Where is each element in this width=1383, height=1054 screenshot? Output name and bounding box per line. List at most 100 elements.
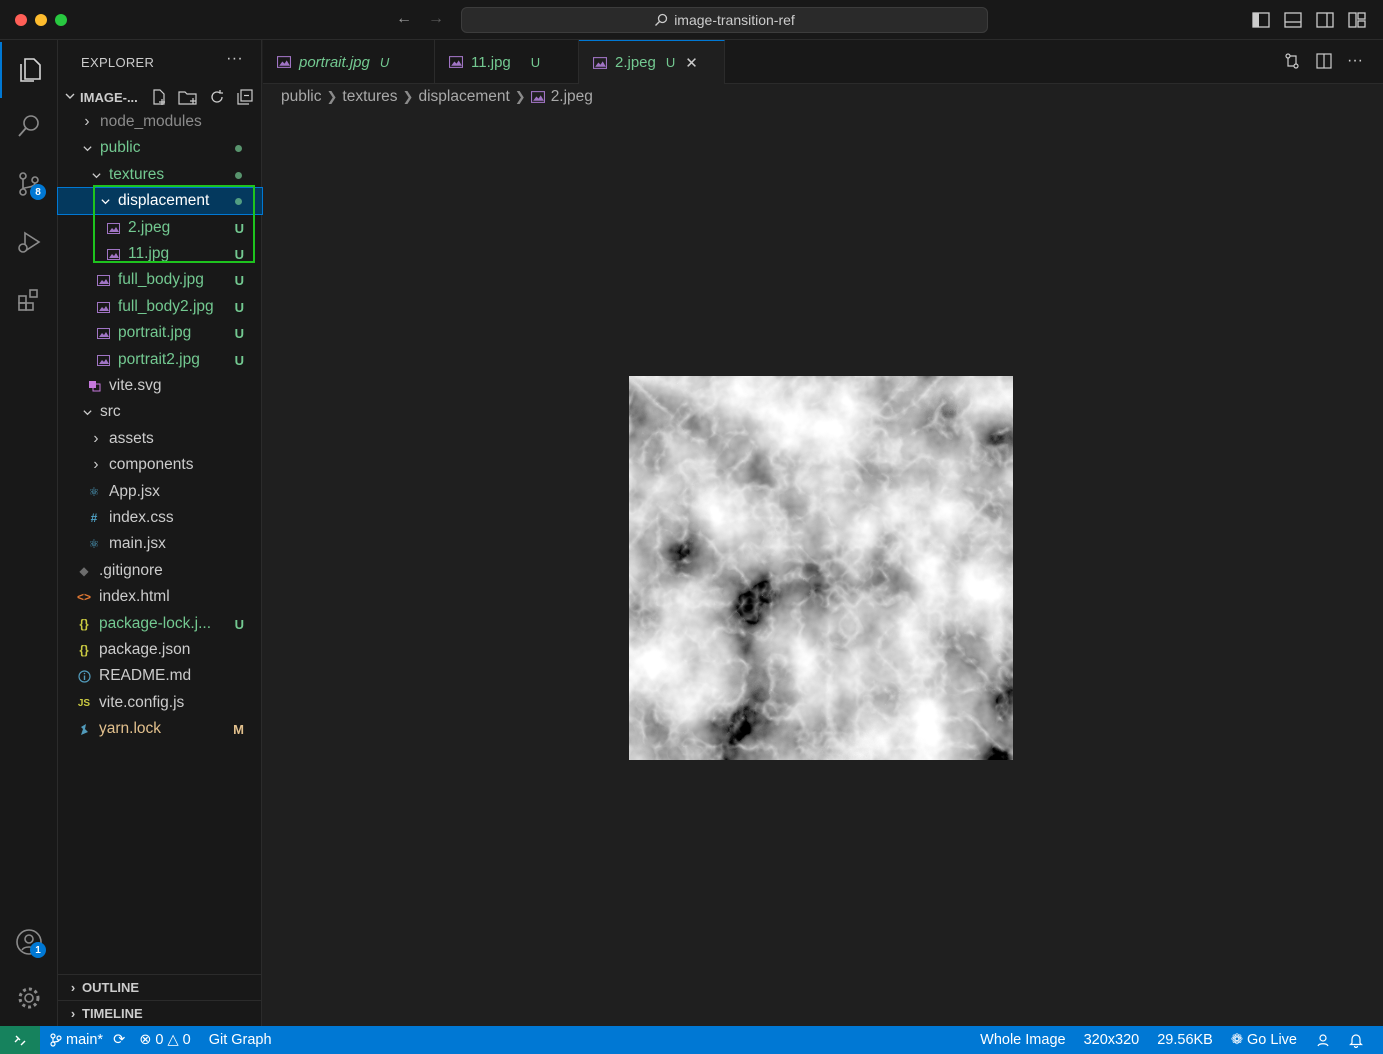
- tree-file-app-jsx[interactable]: ⚛ App.jsx: [58, 479, 262, 505]
- tree-file-main-jsx[interactable]: ⚛ main.jsx: [58, 531, 262, 557]
- tree-file-index-css[interactable]: # index.css: [58, 505, 262, 531]
- chevron-right-icon: ›: [93, 456, 99, 473]
- workspace-root[interactable]: IMAGE-...: [58, 84, 261, 110]
- tree-file-portrait[interactable]: portrait.jpg U: [58, 320, 262, 346]
- tree-folder-displacement[interactable]: displacement: [57, 187, 263, 215]
- tree-file-package-json[interactable]: {} package.json: [58, 637, 262, 663]
- untracked-dot: [235, 197, 242, 205]
- tree-label: App.jsx: [109, 483, 160, 500]
- react-icon: ⚛: [88, 537, 100, 551]
- tree-folder-node-modules[interactable]: › node_modules: [58, 109, 262, 135]
- breadcrumb-item[interactable]: public: [281, 88, 322, 106]
- chevron-right-icon: ❯: [514, 89, 526, 104]
- tree-folder-public[interactable]: public: [58, 135, 262, 161]
- tree-file-vite-svg[interactable]: vite.svg: [58, 373, 262, 399]
- run-debug-activity[interactable]: [0, 214, 58, 270]
- image-file-icon: [106, 248, 120, 260]
- git-status-badge: U: [234, 272, 244, 288]
- extensions-activity[interactable]: [0, 272, 58, 328]
- more-actions-icon[interactable]: ···: [1347, 52, 1363, 73]
- tree-label: assets: [109, 430, 154, 447]
- git-status-badge: U: [234, 325, 244, 341]
- tree-file-2-jpeg[interactable]: 2.jpeg U: [58, 215, 262, 241]
- sync-icon[interactable]: ⟳: [113, 1032, 125, 1048]
- tab-11-jpg[interactable]: 11.jpg U: [435, 40, 579, 84]
- command-center-search[interactable]: image-transition-ref: [461, 7, 988, 33]
- source-control-activity[interactable]: 8: [0, 156, 58, 212]
- untracked-dot: [235, 144, 242, 152]
- tree-folder-src[interactable]: src: [58, 399, 262, 425]
- warning-count: 0: [182, 1032, 191, 1048]
- refresh-icon[interactable]: [208, 88, 226, 109]
- split-editor-icon[interactable]: [1315, 52, 1333, 73]
- minimize-window-button[interactable]: [35, 14, 47, 26]
- close-window-button[interactable]: [15, 14, 27, 26]
- compare-changes-icon[interactable]: [1283, 52, 1301, 73]
- new-folder-icon[interactable]: [178, 88, 198, 109]
- feedback-icon[interactable]: [1315, 1032, 1331, 1048]
- outline-section[interactable]: › OUTLINE: [58, 974, 262, 1000]
- chevron-down-icon: [64, 90, 80, 105]
- branch-status[interactable]: main*: [50, 1032, 103, 1048]
- more-actions-icon[interactable]: ···: [226, 50, 243, 68]
- git-branch-icon: [50, 1033, 62, 1047]
- toggle-secondary-sidebar-icon[interactable]: [1315, 10, 1335, 30]
- tree-file-gitignore[interactable]: ◆ .gitignore: [58, 558, 262, 584]
- tree-file-yarn-lock[interactable]: yarn.lock M: [58, 716, 262, 742]
- toggle-panel-icon[interactable]: [1283, 10, 1303, 30]
- forward-arrow-icon[interactable]: →: [428, 10, 444, 28]
- explorer-activity[interactable]: [0, 42, 58, 98]
- tab-label: 11.jpg: [471, 53, 511, 71]
- tab-2-jpeg[interactable]: 2.jpeg U ✕: [579, 40, 725, 84]
- toggle-primary-sidebar-icon[interactable]: [1251, 10, 1271, 30]
- breadcrumb-item[interactable]: displacement: [418, 88, 509, 106]
- remote-indicator[interactable]: [0, 1026, 40, 1054]
- chevron-right-icon: ❯: [402, 89, 414, 104]
- customize-layout-icon[interactable]: [1347, 10, 1367, 30]
- tree-file-full-body2[interactable]: full_body2.jpg U: [58, 294, 262, 320]
- git-graph-button[interactable]: Git Graph: [209, 1032, 272, 1048]
- maximize-window-button[interactable]: [55, 14, 67, 26]
- workspace-root-label: IMAGE-...: [80, 89, 138, 105]
- json-braces-icon: {}: [79, 617, 89, 631]
- image-file-icon: [96, 327, 110, 339]
- tree-folder-textures[interactable]: textures: [58, 162, 262, 188]
- tab-status: U: [379, 54, 390, 70]
- manage-activity[interactable]: [0, 970, 58, 1026]
- tree-folder-components[interactable]: › components: [58, 452, 262, 478]
- chevron-down-icon: [89, 170, 103, 181]
- error-icon: ⊗: [139, 1032, 152, 1048]
- collapse-all-icon[interactable]: [236, 88, 254, 109]
- tab-portrait-jpg[interactable]: portrait.jpg U: [263, 40, 435, 84]
- search-activity[interactable]: [0, 98, 58, 154]
- tree-label: components: [109, 456, 194, 473]
- new-file-icon[interactable]: [150, 88, 168, 109]
- timeline-section[interactable]: › TIMELINE: [58, 1000, 262, 1026]
- tree-file-package-lock[interactable]: {} package-lock.j... U: [58, 611, 262, 637]
- image-zoom-status[interactable]: Whole Image: [980, 1032, 1065, 1048]
- tree-file-11-jpg[interactable]: 11.jpg U: [58, 241, 262, 267]
- editor-tabs: portrait.jpg U 11.jpg U 2.jpeg U ✕ ···: [263, 40, 1383, 84]
- git-status-badge: M: [233, 721, 244, 737]
- tree-folder-assets[interactable]: › assets: [58, 426, 262, 452]
- yarn-icon: [77, 723, 91, 736]
- tree-file-full-body[interactable]: full_body.jpg U: [58, 267, 262, 293]
- info-icon: [77, 669, 91, 683]
- problems-status[interactable]: ⊗ 0 △ 0: [139, 1032, 190, 1048]
- close-tab-icon[interactable]: ✕: [685, 54, 698, 72]
- tree-file-portrait2[interactable]: portrait2.jpg U: [58, 347, 262, 373]
- activity-bar: 8 1: [0, 40, 58, 1026]
- go-live-button[interactable]: ❁ Go Live: [1231, 1032, 1297, 1048]
- back-arrow-icon[interactable]: ←: [396, 10, 412, 28]
- tab-status: U: [665, 55, 676, 70]
- tree-file-index-html[interactable]: <> index.html: [58, 584, 262, 610]
- tree-file-readme[interactable]: README.md: [58, 663, 262, 689]
- breadcrumb-item[interactable]: textures: [342, 88, 397, 106]
- breadcrumb-item[interactable]: 2.jpeg: [551, 88, 593, 106]
- git-status-badge: U: [234, 352, 244, 368]
- image-dimensions: 320x320: [1083, 1032, 1140, 1048]
- accounts-activity[interactable]: 1: [0, 914, 58, 970]
- notifications-bell-icon[interactable]: [1349, 1032, 1363, 1048]
- source-control-badge: 8: [30, 184, 46, 200]
- tree-file-vite-config[interactable]: JS vite.config.js: [58, 690, 262, 716]
